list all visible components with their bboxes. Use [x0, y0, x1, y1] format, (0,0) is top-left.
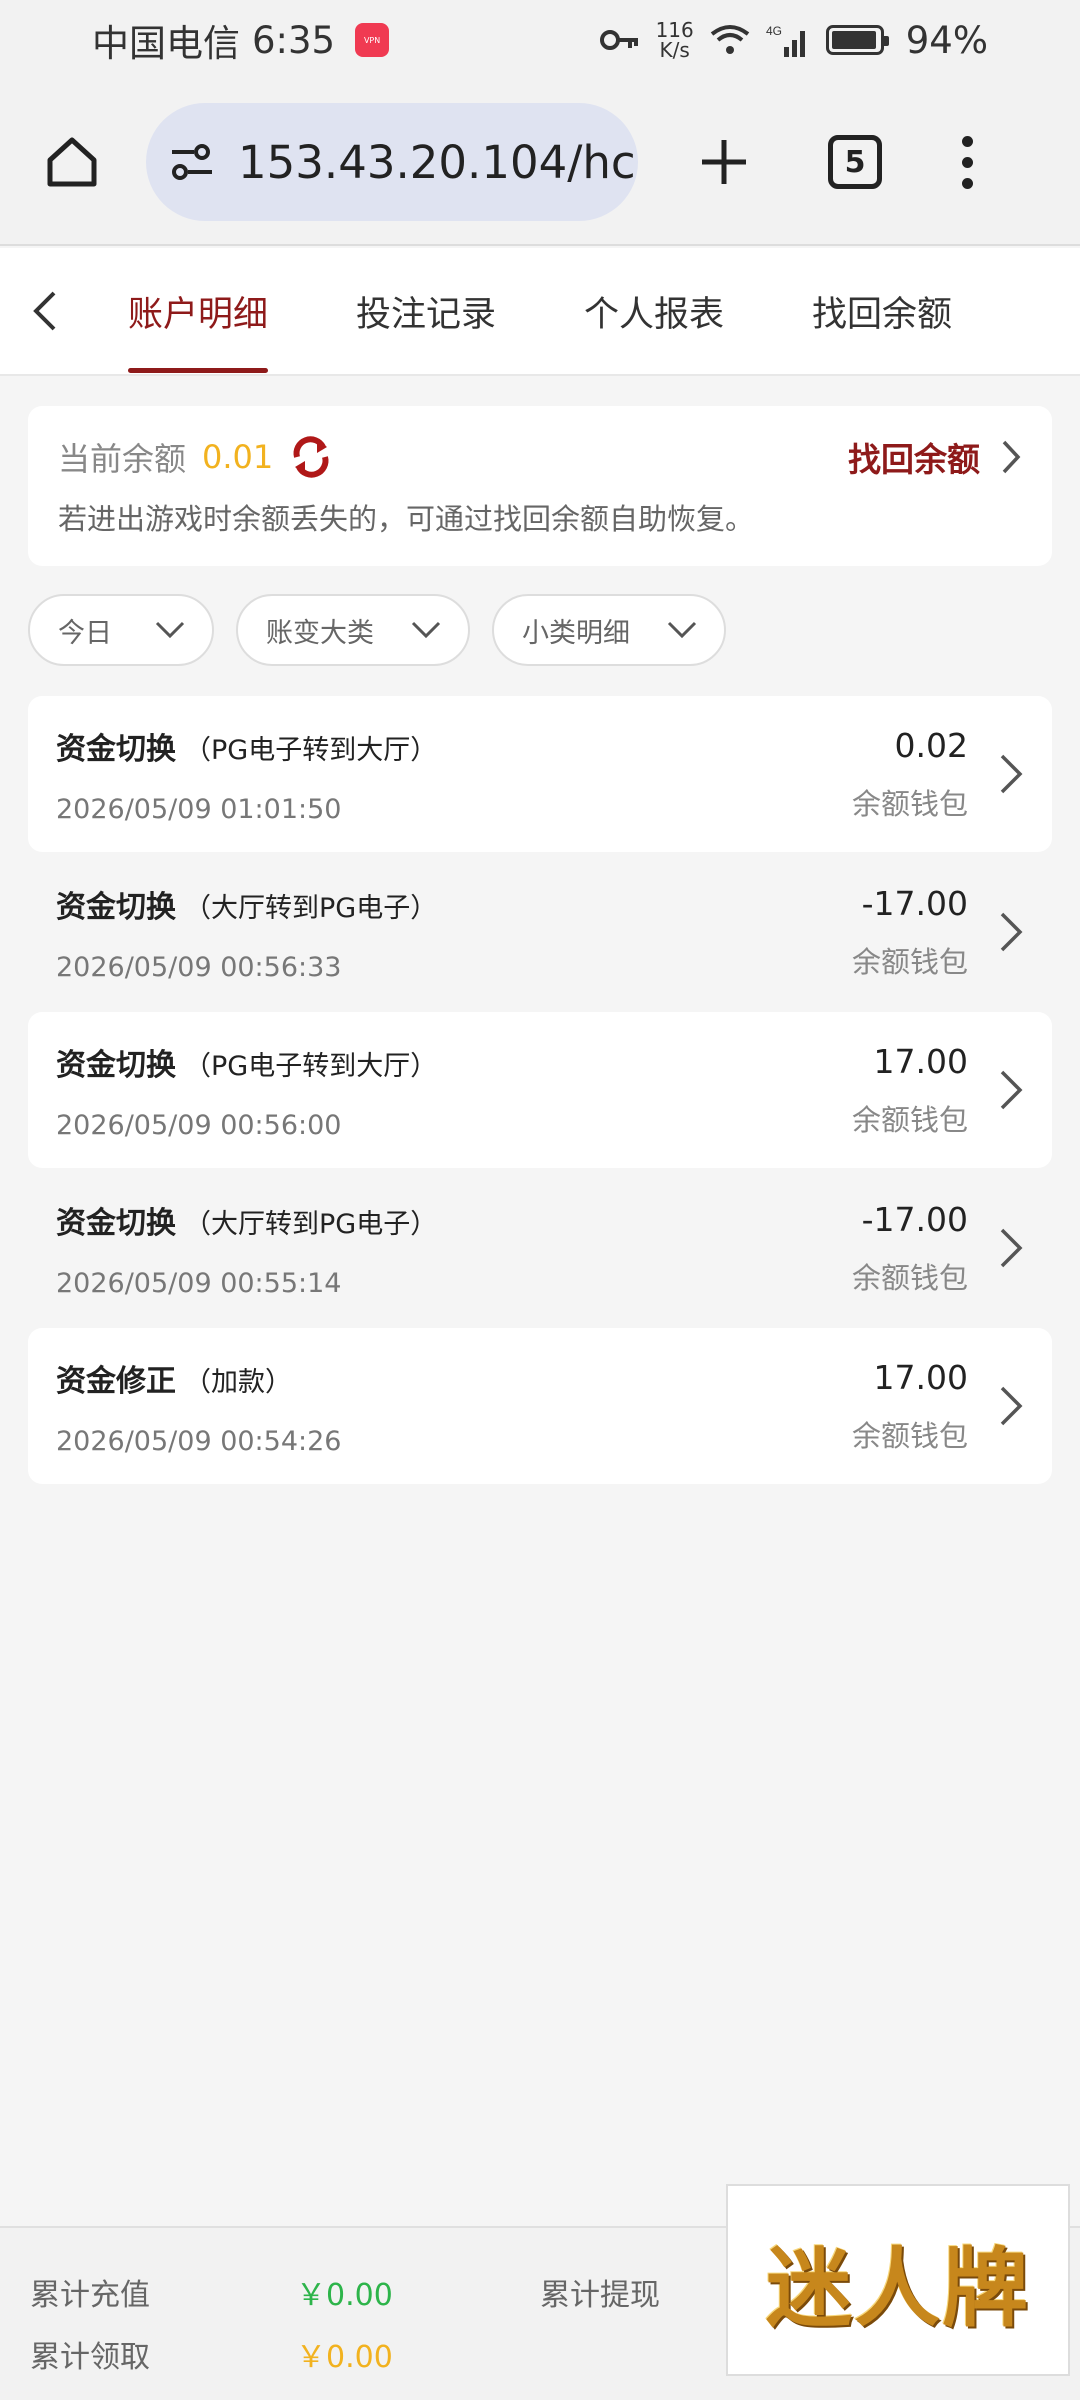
refresh-icon[interactable]: [289, 435, 333, 479]
transaction-time: 2026/05/09 00:55:14: [56, 1267, 342, 1299]
transaction-time: 2026/05/09 00:54:26: [56, 1425, 342, 1457]
balance-hint: 若进出游戏时余额丢失的，可通过找回余额自助恢复。: [58, 502, 755, 536]
tab-switcher-button[interactable]: 5: [828, 135, 882, 189]
brand-logo-text: 迷人牌: [766, 2237, 1030, 2339]
balance-value: 0.01: [202, 438, 274, 476]
transaction-subtitle: （PG电子转到大厅）: [184, 734, 438, 766]
battery-percent: 94%: [905, 18, 988, 62]
transaction-wallet: 余额钱包: [851, 1260, 968, 1295]
chevron-right-icon: [1000, 754, 1023, 794]
balance-label: 当前余额: [58, 440, 187, 478]
transaction-amount: -17.00: [861, 1199, 968, 1239]
transaction-row[interactable]: 资金切换 （大厅转到PG电子） 2026/05/09 00:55:14 -17.0…: [28, 1170, 1052, 1326]
transaction-wallet: 余额钱包: [851, 944, 968, 979]
network-speed: 116 K/s: [655, 18, 694, 62]
transaction-time: 2026/05/09 00:56:00: [56, 1109, 342, 1141]
home-icon: [47, 137, 97, 187]
total-withdraw-label: 累计提现: [540, 2278, 660, 2313]
transaction-row[interactable]: 资金切换 （大厅转到PG电子） 2026/05/09 00:56:33 -17.0…: [28, 854, 1052, 1010]
chevron-right-icon: [1000, 1386, 1023, 1426]
subcategory-filter[interactable]: 小类明细: [492, 594, 726, 666]
vpn-icon: VPN: [355, 23, 390, 57]
transaction-amount: 17.00: [873, 1041, 968, 1081]
status-time: 6:35: [252, 18, 336, 62]
transaction-title: 资金切换: [56, 1205, 176, 1241]
transaction-time: 2026/05/09 01:01:50: [56, 793, 342, 825]
plus-icon: [702, 140, 746, 184]
transaction-subtitle: （大厅转到PG电子）: [184, 892, 438, 924]
key-icon: [599, 30, 638, 50]
url-text[interactable]: 153.43.20.104/hc: [238, 136, 636, 189]
total-claim-value: ￥0.00: [296, 2340, 393, 2375]
chevron-down-icon: [667, 621, 697, 639]
more-dots-icon: [962, 135, 973, 147]
transaction-title: 资金切换: [56, 1047, 176, 1083]
tab-personal-report[interactable]: 个人报表: [584, 247, 724, 375]
chevron-right-icon: [1000, 912, 1023, 952]
carrier-name: 中国电信: [92, 22, 240, 65]
transaction-row[interactable]: 资金切换 （PG电子转到大厅） 2026/05/09 01:01:50 0.02 …: [28, 696, 1052, 852]
category-filter[interactable]: 账变大类: [236, 594, 470, 666]
tab-account-details[interactable]: 账户明细: [128, 247, 269, 375]
transaction-subtitle: （大厅转到PG电子）: [184, 1208, 438, 1240]
url-bar[interactable]: 153.43.20.104/hc: [146, 103, 638, 221]
total-claim-label: 累计领取: [30, 2340, 150, 2375]
transaction-title: 资金切换: [56, 889, 176, 925]
transaction-title: 资金切换: [56, 731, 176, 767]
brand-logo[interactable]: 迷人牌: [726, 2184, 1070, 2376]
transaction-wallet: 余额钱包: [851, 1102, 968, 1137]
transaction-wallet: 余额钱包: [851, 786, 968, 821]
transaction-amount: 0.02: [894, 725, 968, 765]
transaction-amount: -17.00: [861, 883, 968, 923]
chevron-right-icon: [1000, 1070, 1023, 1110]
transaction-list: 资金切换 （PG电子转到大厅） 2026/05/09 01:01:50 0.02 …: [28, 696, 1052, 1486]
chevron-left-icon: [33, 291, 56, 331]
date-filter[interactable]: 今日: [28, 594, 214, 666]
transaction-subtitle: （加款）: [184, 1366, 292, 1398]
tab-bet-records[interactable]: 投注记录: [356, 247, 496, 375]
browser-toolbar: 153.43.20.104/hc 5: [0, 80, 1080, 246]
transaction-row[interactable]: 资金切换 （PG电子转到大厅） 2026/05/09 00:56:00 17.00…: [28, 1012, 1052, 1168]
transaction-amount: 17.00: [873, 1357, 968, 1397]
svg-text:4G: 4G: [766, 24, 782, 38]
more-menu-button[interactable]: [962, 135, 973, 189]
transaction-subtitle: （PG电子转到大厅）: [184, 1050, 438, 1082]
back-button[interactable]: [0, 289, 90, 333]
chevron-right-icon: [1000, 1228, 1023, 1268]
site-settings-icon[interactable]: [168, 142, 216, 182]
battery-icon: [825, 25, 889, 55]
new-tab-button[interactable]: [680, 118, 768, 206]
balance-card: 当前余额 0.01 找回余额 若进出游戏时余额丢失的，可通过找回余额自助恢复。: [28, 406, 1052, 566]
transaction-time: 2026/05/09 00:56:33: [56, 951, 342, 983]
total-deposit-value: ￥0.00: [296, 2278, 393, 2313]
chevron-down-icon: [155, 621, 185, 639]
chevron-down-icon: [411, 621, 441, 639]
transaction-row[interactable]: 资金修正 （加款） 2026/05/09 00:54:26 17.00 余额钱包: [28, 1328, 1052, 1484]
home-button[interactable]: [28, 118, 116, 206]
chevron-right-icon: [1002, 440, 1021, 474]
transaction-wallet: 余额钱包: [851, 1418, 968, 1453]
transaction-title: 资金修正: [56, 1363, 176, 1399]
status-bar: 中国电信 6:35 VPN 116 K/s 4G 94%: [0, 0, 1080, 80]
account-tabs: 账户明细 投注记录 个人报表 找回余额: [0, 248, 1080, 376]
wifi-icon: [710, 25, 749, 54]
total-deposit-label: 累计充值: [30, 2278, 150, 2313]
recover-balance-link[interactable]: 找回余额: [848, 433, 1022, 481]
filter-bar: 今日 账变大类 小类明细: [28, 594, 726, 666]
signal-icon: 4G: [766, 24, 805, 57]
tab-recover-balance[interactable]: 找回余额: [812, 247, 952, 375]
